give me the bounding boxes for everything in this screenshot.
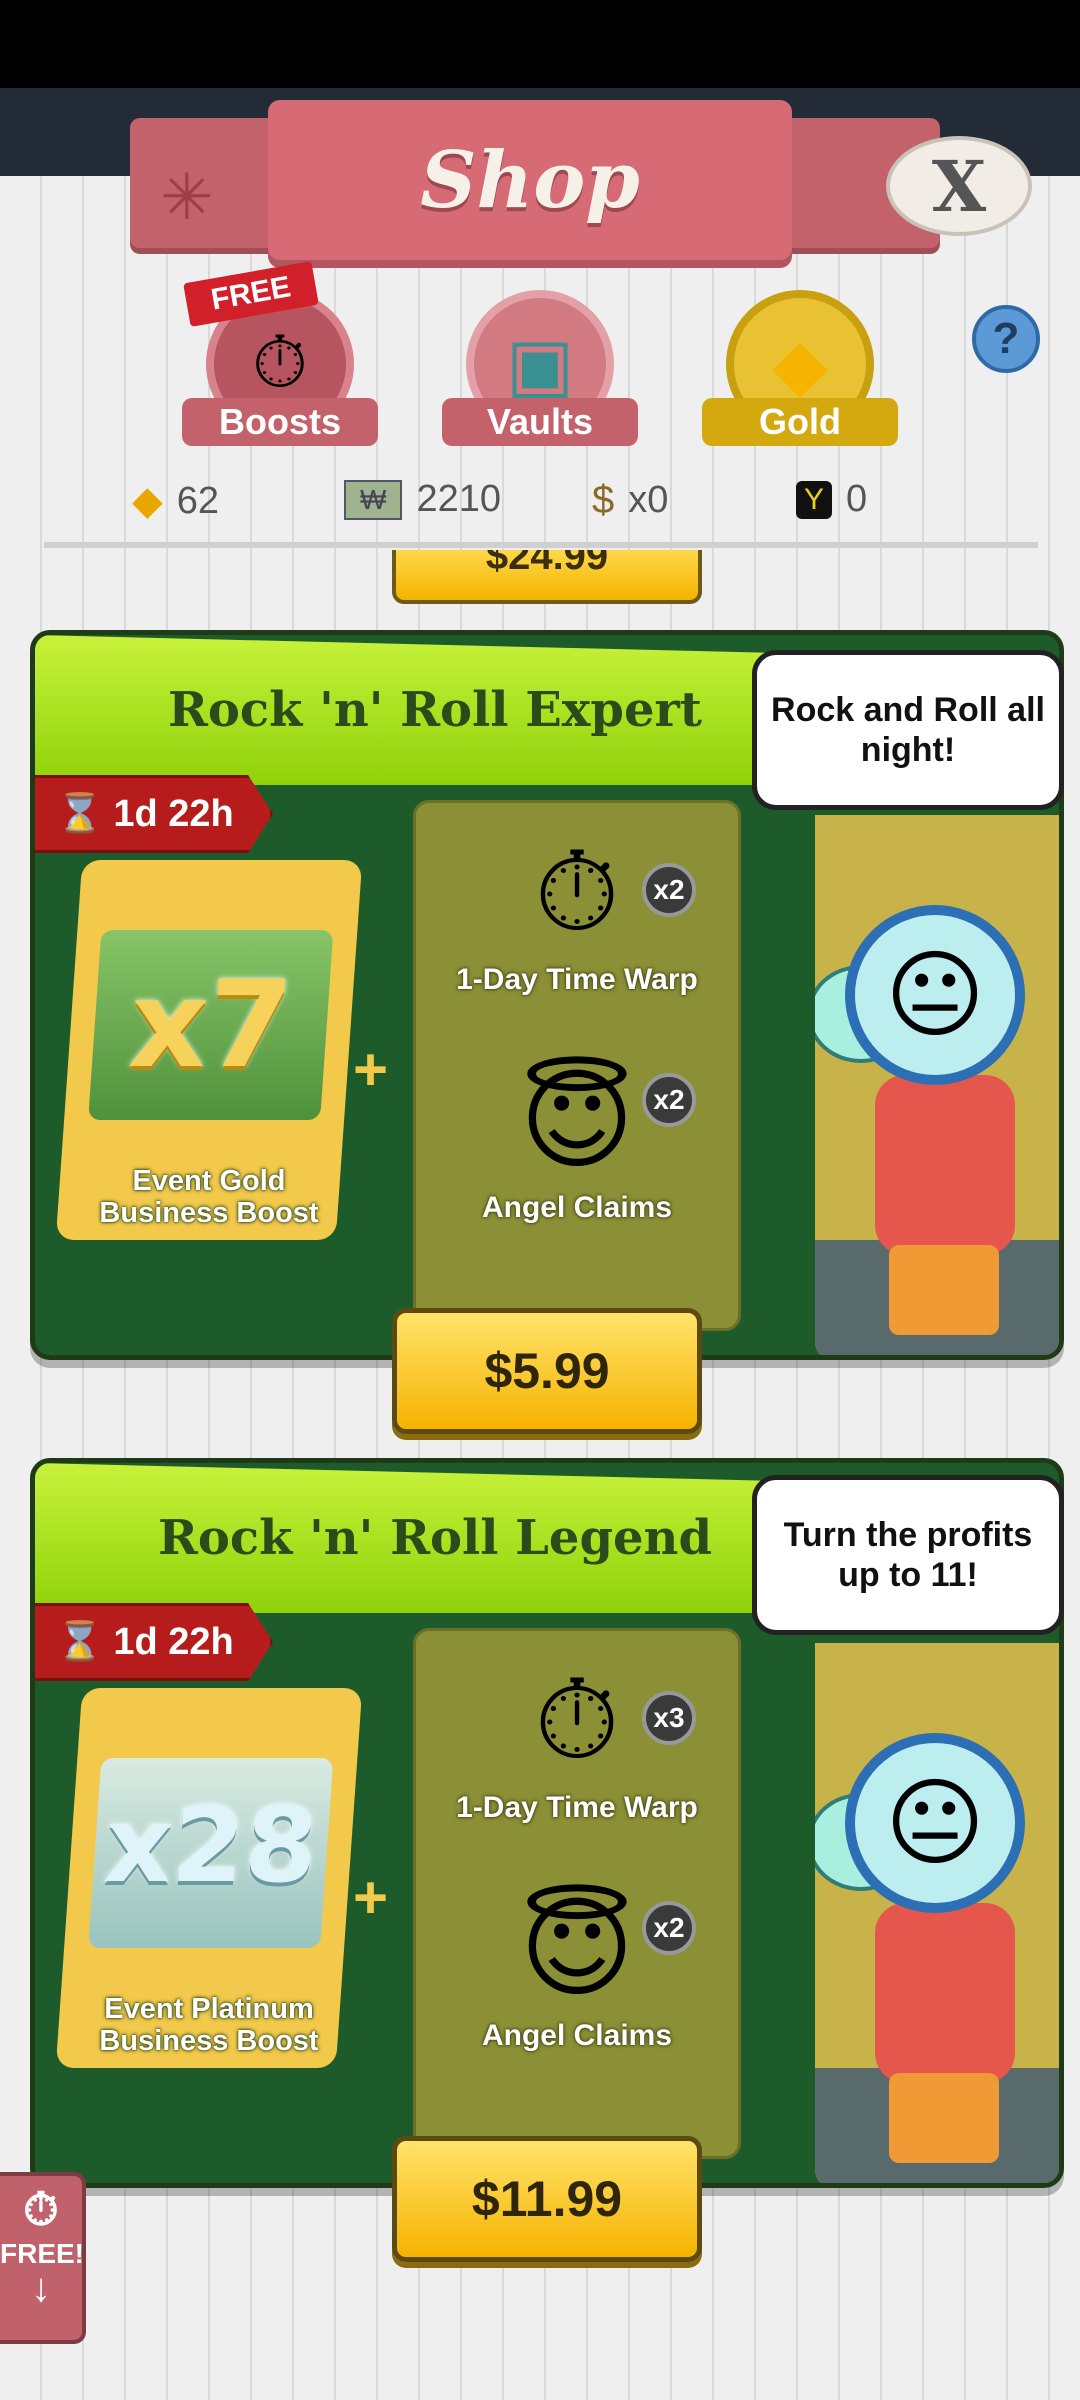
currency-value: 62 — [176, 479, 220, 522]
character-panel: 😐 — [815, 815, 1059, 1355]
price-label: $24.99 — [485, 550, 609, 578]
tab-gold[interactable]: ◆ Gold — [702, 290, 898, 446]
astronaut-body — [875, 1075, 1015, 1255]
status-bar — [0, 0, 1080, 88]
free-offer-side-button[interactable]: ⏱ FREE! ↓ — [0, 2172, 86, 2344]
quantity-badge: x2 — [642, 1073, 696, 1127]
item-label: Angel Claims — [481, 1191, 673, 1224]
currency-value: 0 — [846, 478, 868, 520]
quantity-badge: x2 — [642, 863, 696, 917]
plus-icon: + — [353, 1864, 389, 1931]
starburst-icon: ✳ — [160, 161, 214, 233]
currency-money-bag: $ x0 — [592, 478, 668, 523]
close-button[interactable]: X — [886, 136, 1032, 236]
hourglass-icon: ⌛ — [56, 793, 104, 835]
money-bag-icon: $ — [592, 478, 615, 522]
astronaut-legs — [889, 1245, 999, 1335]
tab-label: Vaults — [442, 398, 638, 446]
offer-title: Rock 'n' Roll Expert — [168, 682, 702, 738]
megabucks-icon: ₩ — [344, 479, 403, 520]
item-label: 1-Day Time Warp — [456, 963, 698, 996]
boost-caption: Event Platinum Business Boost — [99, 1993, 319, 2057]
astronaut-character-icon: 😐 — [845, 1733, 1025, 1913]
pet-token-icon: Y — [796, 480, 833, 519]
help-button[interactable]: ? — [972, 305, 1040, 373]
item-label: Angel Claims — [481, 2019, 673, 2052]
angel-icon: 😇 — [519, 1887, 635, 2010]
buy-button[interactable]: $11.99 — [392, 2136, 702, 2262]
astronaut-legs — [889, 2073, 999, 2163]
tab-vaults[interactable]: ▣ Vaults — [442, 290, 638, 446]
quantity-badge: x2 — [642, 1901, 696, 1955]
arrow-down-icon: ↓ — [31, 2266, 51, 2310]
tab-label: Boosts — [182, 398, 378, 446]
boost-multiplier: x28 — [101, 1784, 322, 1906]
currency-gold: ◆ 62 — [132, 478, 219, 524]
offer-title: Rock 'n' Roll Legend — [157, 1510, 713, 1566]
item-label: 1-Day Time Warp — [456, 1791, 698, 1824]
tab-label: Gold — [702, 398, 898, 446]
plus-icon: + — [353, 1036, 389, 1103]
gold-gem-icon: ◆ — [132, 479, 163, 523]
boost-caption: Event Gold Business Boost — [99, 1165, 319, 1229]
angel-icon: 😇 — [519, 1059, 635, 1182]
boost-stopwatch-icon: ⏱ — [23, 2183, 59, 2235]
currency-value: x0 — [628, 479, 669, 521]
page-title: Shop — [420, 134, 640, 226]
hourglass-icon: ⌛ — [56, 1621, 104, 1663]
bonus-item: 😇 x2 Angel Claims — [416, 1879, 738, 2053]
offer-header: Rock 'n' Roll Legend — [35, 1463, 835, 1613]
currency-megabucks: ₩ 2210 — [344, 478, 501, 521]
divider — [44, 542, 1038, 548]
bonus-item: 😇 x2 Angel Claims — [416, 1051, 738, 1225]
boost-multiplier: x7 — [125, 956, 297, 1095]
offer-timer: ⌛ 1d 22h — [35, 1603, 273, 1681]
quantity-badge: x3 — [642, 1691, 696, 1745]
character-panel: 😐 — [815, 1643, 1059, 2183]
bonus-items-panel: ⏱ x2 1-Day Time Warp 😇 x2 Angel Claims — [413, 800, 741, 1331]
bonus-item: ⏱ x2 1-Day Time Warp — [416, 823, 738, 997]
astronaut-body — [875, 1903, 1015, 2083]
speech-bubble: Rock and Roll all night! — [752, 650, 1064, 810]
bonus-items-panel: ⏱ x3 1-Day Time Warp 😇 x2 Angel Claims — [413, 1628, 741, 2159]
astronaut-character-icon: 😐 — [845, 905, 1025, 1085]
currency-value: 2210 — [416, 478, 501, 520]
previous-offer-price-button[interactable]: $24.99 — [392, 550, 702, 604]
offer-timer: ⌛ 1d 22h — [35, 775, 273, 853]
currency-pet-token: Y 0 — [796, 478, 867, 521]
shop-banner: Shop — [268, 100, 792, 260]
buy-button[interactable]: $5.99 — [392, 1308, 702, 1434]
speech-bubble: Turn the profits up to 11! — [752, 1475, 1064, 1635]
bonus-item: ⏱ x3 1-Day Time Warp — [416, 1651, 738, 1825]
timer-text: 1d 22h — [113, 1620, 234, 1663]
offer-header: Rock 'n' Roll Expert — [35, 635, 835, 785]
timer-text: 1d 22h — [113, 792, 234, 835]
